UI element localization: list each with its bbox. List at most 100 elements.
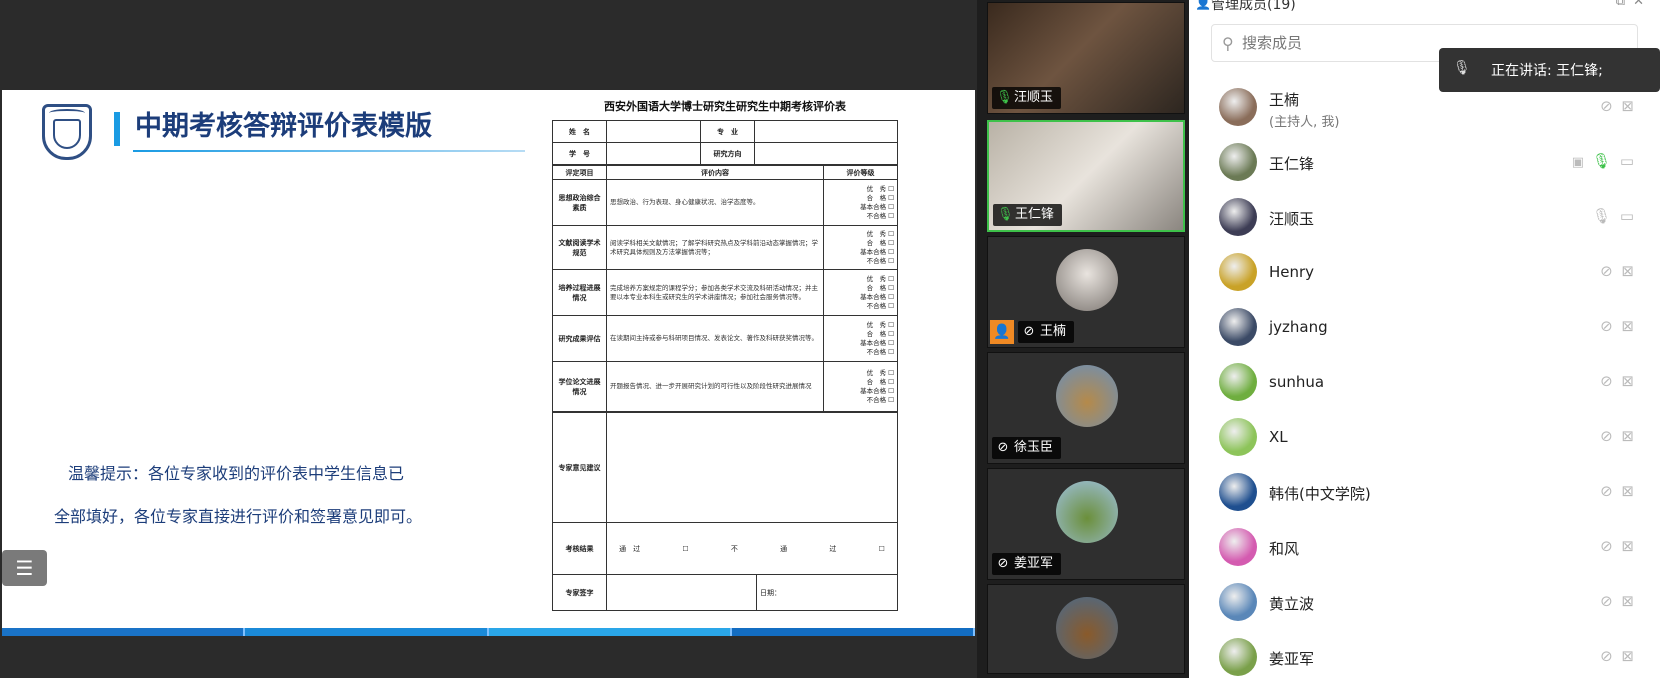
member-row[interactable]: 汪顺玉 🎙 ▭ xyxy=(1189,192,1660,247)
panel-window-controls[interactable]: ⧉✕ xyxy=(1616,0,1652,9)
member-row[interactable]: jyzhang ⊘ ⊠ xyxy=(1189,302,1660,357)
member-name: XL xyxy=(1269,428,1288,446)
member-row[interactable]: 姜亚军 ⊘ ⊠ xyxy=(1189,632,1660,678)
col-content: 评价内容 xyxy=(606,165,824,180)
member-controls: ▣ 🎙 ▭ xyxy=(1572,152,1636,170)
participant-name-tag: 🎙汪顺玉 xyxy=(992,87,1062,109)
camera-off-icon[interactable]: ⊠ xyxy=(1621,97,1636,115)
grade-option[interactable]: 不合格 ☐ xyxy=(827,396,894,405)
grade-option[interactable]: 基本合格 ☐ xyxy=(827,203,894,212)
member-row[interactable]: 和风 ⊘ ⊠ xyxy=(1189,522,1660,577)
video-tile[interactable] xyxy=(987,584,1185,674)
close-icon[interactable]: ✕ xyxy=(1633,0,1652,9)
presentation-slide: 中期考核答辩评价表模版 温馨提示：各位专家收到的评价表中学生信息已 全部填好，各… xyxy=(2,90,975,628)
mic-muted-icon[interactable]: ⊘ xyxy=(1600,317,1615,335)
id-label: 学 号 xyxy=(552,142,607,165)
form-footer-table: 专家意见建议 考核结果 通 过 ☐ 不 通 过 ☐ 专家签字 日期： xyxy=(552,412,898,611)
mic-muted-icon[interactable]: ⊘ xyxy=(1600,262,1615,280)
grade-option[interactable]: 基本合格 ☐ xyxy=(827,293,894,302)
speaking-text: 正在讲话: 王仁锋; xyxy=(1491,63,1603,79)
outline-button[interactable]: ☰ xyxy=(2,550,47,586)
grade-option[interactable]: 优 秀 ☐ xyxy=(827,275,894,284)
mic-icon: 🎙 xyxy=(997,207,1014,222)
member-row[interactable]: 王仁锋 ▣ 🎙 ▭ xyxy=(1189,137,1660,192)
eval-item: 文献阅读学术规范 xyxy=(552,225,607,270)
camera-off-icon[interactable]: ⊠ xyxy=(1621,317,1636,335)
grade-option[interactable]: 基本合格 ☐ xyxy=(827,387,894,396)
video-tile[interactable]: 👤 ⊘ 王楠 xyxy=(987,236,1185,348)
member-row[interactable]: 黄立波 ⊘ ⊠ xyxy=(1189,577,1660,632)
camera-off-icon[interactable]: ⊠ xyxy=(1621,647,1636,665)
grade-option[interactable]: 合 格 ☐ xyxy=(827,330,894,339)
eval-content: 在读期间主持或参与科研项目情况、发表论文、著作及科研获奖情况等。 xyxy=(606,315,824,362)
video-tile[interactable]: 🎙王仁锋 xyxy=(987,120,1185,232)
tip-text-line2: 全部填好，各位专家直接进行评价和签署意见即可。 xyxy=(54,507,423,526)
pass-option: 通 过 ☐ xyxy=(619,544,689,553)
camera-off-icon[interactable]: ⊠ xyxy=(1621,427,1636,445)
camera-icon[interactable]: ▭ xyxy=(1620,152,1636,170)
grade-option[interactable]: 不合格 ☐ xyxy=(827,302,894,311)
grade-option[interactable]: 基本合格 ☐ xyxy=(827,339,894,348)
grade-option[interactable]: 优 秀 ☐ xyxy=(827,321,894,330)
form-title: 西安外国语大学博士研究生研究生中期考核评价表 xyxy=(604,100,846,113)
member-list: 王楠 (主持人, 我) ⊘ ⊠ 王仁锋 ▣ 🎙 ▭ 汪顺玉 🎙 ▭ Henry ⊘ ⊠ jyzhan… xyxy=(1189,82,1660,678)
camera-off-icon[interactable]: ⊠ xyxy=(1621,592,1636,610)
member-row[interactable]: Henry ⊘ ⊠ xyxy=(1189,247,1660,302)
camera-off-icon[interactable]: ⊠ xyxy=(1621,262,1636,280)
member-name: 王楠 xyxy=(1269,91,1300,109)
eval-item: 思想政治综合素质 xyxy=(552,179,607,226)
mic-muted-icon[interactable]: ⊘ xyxy=(1600,372,1615,390)
mic-muted-icon[interactable]: ⊘ xyxy=(1600,427,1615,445)
member-name: 黄立波 xyxy=(1269,595,1315,613)
camera-off-icon[interactable]: ⊠ xyxy=(1621,537,1636,555)
title-underline xyxy=(133,150,525,152)
major-label: 专 业 xyxy=(700,120,755,143)
eval-grades: 优 秀 ☐ 合 格 ☐ 基本合格 ☐ 不合格 ☐ xyxy=(823,225,898,270)
mic-muted-icon[interactable]: ⊘ xyxy=(1600,537,1615,555)
camera-off-icon[interactable]: ⊠ xyxy=(1621,372,1636,390)
member-name: 姜亚军 xyxy=(1269,650,1315,668)
eval-grades: 优 秀 ☐ 合 格 ☐ 基本合格 ☐ 不合格 ☐ xyxy=(823,179,898,226)
panel-header: 👤 管理成员(19) ⧉✕ xyxy=(1189,0,1660,14)
video-column: 🎙汪顺玉 🎙王仁锋 👤 ⊘ 王楠 ⊘ 徐玉臣 ⊘ 姜亚军 xyxy=(977,0,1189,678)
screen-share-icon[interactable]: ▣ xyxy=(1572,155,1586,170)
member-name: 王仁锋 xyxy=(1269,155,1315,173)
mic-icon[interactable]: 🎙 xyxy=(1592,152,1613,170)
title-accent-bar xyxy=(114,112,120,146)
mic-muted-icon[interactable]: ⊘ xyxy=(1600,482,1615,500)
grade-option[interactable]: 优 秀 ☐ xyxy=(827,230,894,239)
grade-option[interactable]: 合 格 ☐ xyxy=(827,239,894,248)
video-tile[interactable]: 🎙汪顺玉 xyxy=(987,2,1185,114)
member-row[interactable]: XL ⊘ ⊠ xyxy=(1189,412,1660,467)
grade-option[interactable]: 不合格 ☐ xyxy=(827,257,894,266)
expert-opinion-value xyxy=(606,412,898,523)
grade-option[interactable]: 不合格 ☐ xyxy=(827,348,894,357)
participant-name-tag: ⊘ 徐玉臣 xyxy=(992,437,1062,459)
form-table: 姓 名 专 业 学 号 研究方向 xyxy=(552,120,898,165)
mic-muted-icon: 🎙 xyxy=(1453,60,1471,76)
camera-icon[interactable]: ▭ xyxy=(1620,207,1636,225)
mic-muted-icon[interactable]: ⊘ xyxy=(1600,592,1615,610)
grade-option[interactable]: 优 秀 ☐ xyxy=(827,185,894,194)
video-tile[interactable]: ⊘ 徐玉臣 xyxy=(987,352,1185,464)
mic-muted-icon: ⊘ xyxy=(1023,324,1035,339)
grade-option[interactable]: 合 格 ☐ xyxy=(827,194,894,203)
camera-off-icon[interactable]: ⊠ xyxy=(1621,482,1636,500)
evaluation-row: 文献阅读学术规范 阅读学科相关文献情况；了解学科研究热点及学科前沿动态掌握情况；学… xyxy=(552,225,898,270)
member-row[interactable]: 韩伟(中文学院) ⊘ ⊠ xyxy=(1189,467,1660,522)
sign-value xyxy=(606,574,757,611)
grade-option[interactable]: 合 格 ☐ xyxy=(827,378,894,387)
grade-option[interactable]: 合 格 ☐ xyxy=(827,284,894,293)
member-avatar xyxy=(1219,418,1257,456)
grade-option[interactable]: 优 秀 ☐ xyxy=(827,369,894,378)
members-icon: 👤 xyxy=(1195,0,1212,11)
mic-icon[interactable]: 🎙 xyxy=(1592,207,1613,225)
mic-muted-icon[interactable]: ⊘ xyxy=(1600,647,1615,665)
mic-muted-icon[interactable]: ⊘ xyxy=(1600,97,1615,115)
popout-icon[interactable]: ⧉ xyxy=(1616,0,1633,9)
grade-option[interactable]: 不合格 ☐ xyxy=(827,212,894,221)
member-row[interactable]: sunhua ⊘ ⊠ xyxy=(1189,357,1660,412)
sign-label: 专家签字 xyxy=(552,574,607,611)
video-tile[interactable]: ⊘ 姜亚军 xyxy=(987,468,1185,580)
grade-option[interactable]: 基本合格 ☐ xyxy=(827,248,894,257)
